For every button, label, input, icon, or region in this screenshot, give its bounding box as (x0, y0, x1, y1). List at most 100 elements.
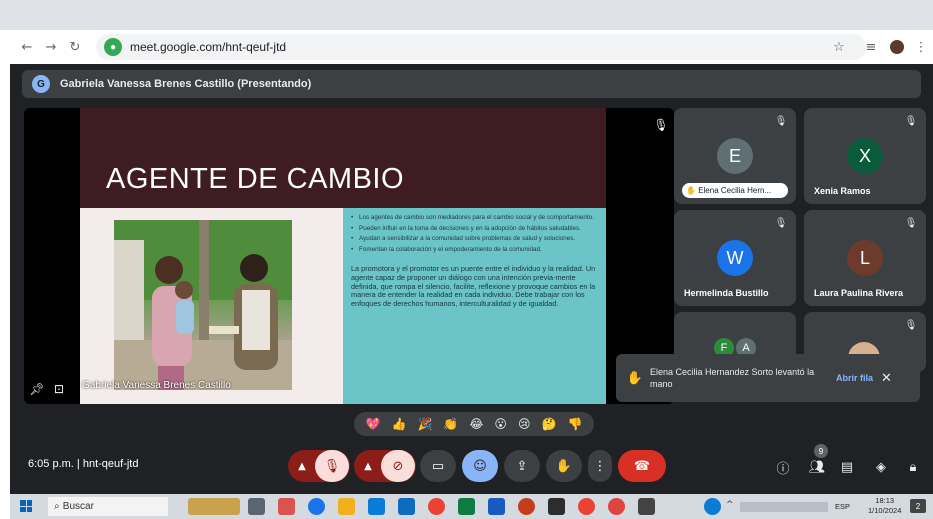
participant-avatar: W (717, 240, 753, 276)
system-tray-icons[interactable] (740, 502, 828, 512)
file-explorer-icon[interactable] (338, 498, 355, 515)
word-icon[interactable] (488, 498, 505, 515)
participant-avatar: L (847, 240, 883, 276)
notification-text: Elena Cecilia Hernandez Sorto levantó la… (650, 367, 815, 389)
present-screen-button[interactable]: ⇪ (504, 450, 540, 482)
slide-bullet-list: Los agentes de cambio son mediadores par… (351, 214, 598, 253)
meeting-info-icon[interactable]: ⓘ (772, 456, 794, 478)
back-icon[interactable]: ← (16, 36, 38, 58)
mic-off-icon: 🎙︎ (904, 115, 918, 127)
profile-avatar[interactable] (886, 36, 908, 58)
search-icon: ⌕ (54, 501, 63, 512)
taskbar-search[interactable]: ⌕ Buscar (48, 497, 168, 516)
fullscreen-icon[interactable]: ⊡ (50, 380, 68, 398)
slide-text-panel: Los agentes de cambio son mediadores par… (343, 208, 606, 404)
url-text: meet.google.com/hnt-qeuf-jtd (130, 40, 287, 54)
slide: AGENTE DE CAMBIO • Los agentes de cambio… (80, 108, 606, 404)
media-control-icon[interactable]: ≡ (860, 36, 882, 58)
presentation-view[interactable]: AGENTE DE CAMBIO • Los agentes de cambio… (24, 108, 674, 404)
mail-icon[interactable] (398, 498, 415, 515)
captions-button[interactable]: ▭ (420, 450, 456, 482)
hand-raised-icon: ✋ (626, 370, 644, 386)
task-view-icon[interactable] (248, 498, 265, 515)
people-icon[interactable]: 👥︎ (806, 456, 828, 478)
chrome-icon[interactable] (428, 498, 445, 515)
pin-icon[interactable]: 📌︎ (28, 380, 46, 398)
chrome-profile-icon[interactable] (608, 498, 625, 515)
participant-tile[interactable]: 🎙︎ W Hermelinda Bustillo (674, 210, 796, 306)
reaction-clap[interactable]: 👏 (443, 417, 458, 431)
reaction-party[interactable]: 🎉 (417, 417, 432, 431)
clock[interactable]: 18:13 1/10/2024 (868, 496, 901, 516)
participant-tile[interactable]: 🎙︎ L Laura Paulina Rivera (804, 210, 926, 306)
participant-name: Hermelinda Bustillo (684, 288, 769, 298)
close-icon[interactable]: ✕ (881, 371, 892, 386)
hand-raised-icon: ✋ (686, 186, 699, 195)
raise-hand-button[interactable]: ✋ (546, 450, 582, 482)
meet-site-icon: ● (104, 38, 122, 56)
mic-control: ▲ 🎙︎ (288, 450, 350, 482)
browser-toolbar: ← → ↻ ● meet.google.com/hnt-qeuf-jtd ☆ ≡… (10, 30, 933, 64)
reactions-bar: 💖 👍 🎉 👏 😂 😮 😢 🤔 👎 (354, 412, 594, 436)
clock-time: 18:13 (875, 496, 895, 505)
open-queue-button[interactable]: Abrir fila (836, 373, 873, 383)
camera-control: ▲ ⊘ (354, 450, 416, 482)
language-indicator[interactable]: ESP (835, 502, 850, 511)
reaction-thumbs-up[interactable]: 👍 (391, 417, 406, 431)
search-highlight-image[interactable] (188, 498, 240, 515)
settings-icon[interactable] (638, 498, 655, 515)
meeting-time-code: 6:05 p.m. | hnt-qeuf-jtd (28, 458, 139, 470)
bookmark-star-icon[interactable]: ☆ (828, 36, 850, 58)
address-bar[interactable]: ● meet.google.com/hnt-qeuf-jtd (96, 34, 866, 60)
browser-menu-icon[interactable]: ⋮ (910, 36, 932, 58)
store-icon[interactable] (368, 498, 385, 515)
reaction-heart[interactable]: 💖 (366, 417, 381, 431)
slide-paragraph: La promotora y el promotor es un puente … (351, 264, 596, 308)
meet-window: G Gabriela Vanessa Brenes Castillo (Pres… (10, 64, 933, 494)
more-options-button[interactable]: ⋮ (588, 450, 612, 482)
activities-icon[interactable]: ◈ (870, 456, 892, 478)
mic-off-icon: 🎙︎ (904, 319, 918, 331)
edge-icon[interactable] (308, 498, 325, 515)
camera-off-button[interactable]: ⊘ (381, 450, 415, 482)
app-icon[interactable] (548, 498, 565, 515)
tray-overflow-icon[interactable]: ^ (726, 500, 734, 510)
mic-off-icon: 🎙︎ (774, 115, 788, 127)
chrome-active-icon[interactable] (578, 498, 595, 515)
presenter-avatar: G (32, 75, 50, 93)
reaction-thinking[interactable]: 🤔 (541, 417, 556, 431)
mic-off-button[interactable]: 🎙︎ (315, 450, 349, 482)
mic-off-icon: 🎙︎ (904, 217, 918, 229)
participant-tile[interactable]: 🎙︎ X Xenia Ramos (804, 108, 926, 204)
slide-bullet: Los agentes de cambio son mediadores par… (351, 214, 598, 222)
excel-icon[interactable] (458, 498, 475, 515)
notifications-icon[interactable]: 2 (910, 499, 926, 513)
forward-icon[interactable]: → (40, 36, 62, 58)
clock-date: 1/10/2024 (868, 506, 902, 515)
slide-bullet: Ayudan a sensibilizar a la comunidad sob… (351, 235, 598, 243)
host-controls-icon[interactable]: 🔒︎ (902, 456, 924, 478)
reaction-surprised[interactable]: 😮 (494, 417, 507, 431)
slide-bullet: Fomentan la colaboración y el empoderami… (351, 246, 598, 254)
browser-tab-strip (0, 0, 933, 30)
participant-name: Laura Paulina Rivera (814, 288, 904, 298)
presenting-label: Gabriela Vanessa Brenes Castillo (Presen… (60, 78, 312, 90)
reaction-thumbs-down[interactable]: 👎 (567, 417, 582, 431)
chevron-up-icon[interactable]: ▲ (355, 461, 381, 472)
leave-call-button[interactable]: ☎ (618, 450, 666, 482)
slide-title: AGENTE DE CAMBIO (106, 163, 405, 195)
start-icon[interactable] (20, 500, 32, 512)
participant-name: Elena Cecilia Hern... (698, 186, 772, 195)
emoji-reactions-button[interactable]: ☺ (462, 450, 498, 482)
presenting-bar: G Gabriela Vanessa Brenes Castillo (Pres… (22, 70, 921, 98)
chevron-up-icon[interactable]: ▲ (289, 461, 315, 472)
app-icon[interactable] (278, 498, 295, 515)
help-icon[interactable] (704, 498, 721, 515)
powerpoint-icon[interactable] (518, 498, 535, 515)
reaction-laugh[interactable]: 😂 (469, 417, 483, 431)
chat-icon[interactable]: ▤ (836, 456, 858, 478)
participant-avatar: E (717, 138, 753, 174)
participant-tile[interactable]: 🎙︎ E ✋ Elena Cecilia Hern... (674, 108, 796, 204)
reaction-sad[interactable]: 😢 (518, 417, 531, 431)
reload-icon[interactable]: ↻ (64, 36, 86, 58)
